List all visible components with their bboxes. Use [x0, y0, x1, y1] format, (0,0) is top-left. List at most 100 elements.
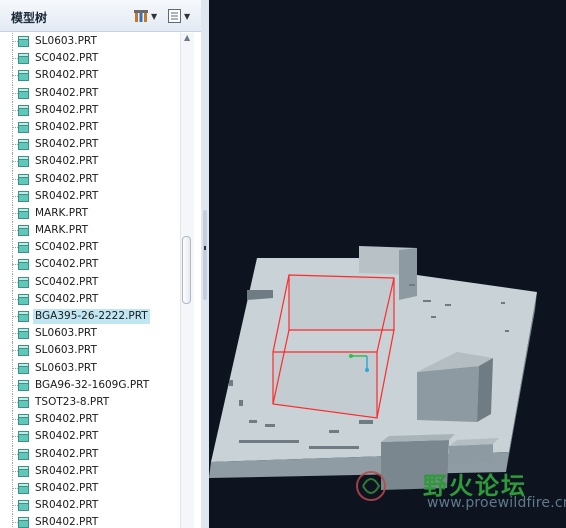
tree-item[interactable]: SR0402.PRT	[0, 497, 180, 515]
proewildfire-watermark-logo	[356, 471, 386, 501]
tree-item[interactable]: SR0402.PRT	[0, 479, 180, 498]
part-icon	[18, 225, 29, 237]
model-tree-header: 模型树 ▼ ▼	[0, 0, 201, 32]
tree-item[interactable]: SR0402.PRT	[0, 170, 180, 188]
chevron-down-icon: ▼	[151, 11, 158, 21]
part-icon	[18, 431, 29, 443]
part-icon	[18, 517, 29, 528]
tree-item[interactable]: SR0402.PRT	[0, 67, 180, 85]
tree-item-label: SR0402.PRT	[35, 120, 99, 133]
tree-item[interactable]: SR0402.PRT	[0, 187, 180, 205]
part-icon	[18, 414, 29, 426]
tree-item-label: SR0402.PRT	[35, 481, 99, 494]
tree-item-label: SR0402.PRT	[35, 103, 99, 116]
tree-item[interactable]: SL0603.PRT	[0, 359, 180, 377]
tree-item[interactable]: SL0603.PRT	[0, 342, 180, 360]
large-component-side[interactable]	[477, 358, 493, 422]
part-icon	[18, 396, 29, 408]
tree-item[interactable]: SR0402.PRT	[0, 101, 180, 119]
scroll-up-icon[interactable]: ▲	[184, 33, 190, 42]
tree-item-label: SC0402.PRT	[35, 258, 99, 271]
tree-item[interactable]: MARK.PRT	[0, 222, 180, 240]
splitter-collapse-icon[interactable]	[204, 246, 206, 250]
tree-item-label: SR0402.PRT	[35, 447, 99, 460]
part-icon	[18, 156, 29, 168]
tree-item-label: SL0603.PRT	[35, 344, 97, 357]
tree-item-label: SC0402.PRT	[35, 241, 99, 254]
tree-scrollbar[interactable]: ▲	[180, 33, 194, 528]
tree-item[interactable]: SR0402.PRT	[0, 411, 180, 429]
part-icon	[18, 311, 29, 322]
tree-item[interactable]: SC0402.PRT	[0, 256, 180, 274]
tree-item-label: MARK.PRT	[35, 224, 89, 237]
part-icon	[18, 500, 29, 512]
tree-item-label: SR0402.PRT	[35, 138, 99, 151]
tree-item[interactable]: SR0402.PRT	[0, 136, 180, 154]
tree-item-label: SC0402.PRT	[35, 292, 99, 305]
tree-item[interactable]: BGA96-32-1609G.PRT	[0, 376, 180, 394]
tree-item[interactable]: SC0402.PRT	[0, 239, 180, 257]
part-icon	[18, 345, 29, 357]
part-icon	[18, 207, 29, 219]
show-list-icon	[168, 9, 181, 23]
scrollbar-thumb[interactable]	[182, 236, 191, 304]
small-component-front[interactable]	[449, 444, 493, 464]
part-icon	[18, 293, 29, 305]
tree-settings-button[interactable]: ▼	[133, 6, 157, 26]
chevron-down-icon: ▼	[184, 11, 191, 21]
panel-splitter[interactable]	[201, 0, 209, 528]
part-icon	[18, 173, 29, 185]
tree-item[interactable]: BGA395-26-2222.PRT	[0, 308, 180, 326]
tree-item[interactable]: SR0402.PRT	[0, 84, 180, 102]
tree-item[interactable]: SC0402.PRT	[0, 50, 180, 68]
settings-tool-icon	[134, 10, 148, 22]
tree-item-label: BGA395-26-2222.PRT	[33, 309, 150, 324]
model-tree-list: SL0603.PRT SC0402.PRT SR0402.PRT SR0402.PRT…	[0, 33, 180, 528]
part-icon	[18, 259, 29, 271]
model-tree-panel: 模型树 ▼ ▼ SL0603.PRT SC0402.PRT SR0402.PRT SR…	[0, 0, 202, 528]
pcb-assembly-model[interactable]	[209, 0, 566, 528]
part-icon	[18, 465, 29, 477]
tree-item-label: SC0402.PRT	[35, 275, 99, 288]
model-tree-title: 模型树	[11, 11, 48, 25]
tree-item[interactable]: TSOT23-8.PRT	[0, 393, 180, 412]
part-icon	[18, 87, 29, 99]
tree-item[interactable]: MARK.PRT	[0, 204, 180, 223]
part-icon	[18, 362, 29, 374]
part-icon	[18, 139, 29, 151]
tree-item-label: SR0402.PRT	[35, 430, 99, 443]
tree-item[interactable]: SL0603.PRT	[0, 33, 180, 51]
component-block-side[interactable]	[399, 248, 417, 300]
tree-show-button[interactable]: ▼	[167, 6, 190, 26]
tree-item-label: SR0402.PRT	[35, 172, 99, 185]
tree-item-label: SR0402.PRT	[35, 155, 99, 168]
tree-item-label: SL0603.PRT	[35, 361, 97, 374]
part-icon	[18, 276, 29, 288]
watermark-url: www.proewildfire.cn	[427, 495, 566, 511]
3d-graphics-viewport[interactable]: 野火论坛 www.proewildfire.cn	[209, 0, 566, 528]
splitter-grip[interactable]	[203, 210, 207, 300]
tree-item[interactable]: SC0402.PRT	[0, 273, 180, 291]
tree-item[interactable]: SR0402.PRT	[0, 153, 180, 171]
tree-item-label: SR0402.PRT	[35, 499, 99, 512]
tree-item-label: SR0402.PRT	[35, 86, 99, 99]
part-icon	[18, 448, 29, 460]
tree-item-label: SC0402.PRT	[35, 52, 99, 65]
tree-item[interactable]: SR0402.PRT	[0, 514, 180, 528]
part-icon	[18, 70, 29, 82]
tree-item[interactable]: SR0402.PRT	[0, 462, 180, 480]
large-component-front[interactable]	[417, 366, 479, 422]
tree-item[interactable]: SC0402.PRT	[0, 290, 180, 308]
tree-item-label: MARK.PRT	[35, 206, 89, 219]
tree-item[interactable]: SL0603.PRT	[0, 325, 180, 343]
tree-item[interactable]: SR0402.PRT	[0, 428, 180, 446]
tree-item[interactable]: SR0402.PRT	[0, 118, 180, 137]
tree-item-label: SL0603.PRT	[35, 327, 97, 340]
tree-item[interactable]: SR0402.PRT	[0, 445, 180, 463]
part-icon	[18, 190, 29, 202]
tree-item-label: SL0603.PRT	[35, 35, 97, 47]
part-icon	[18, 379, 29, 391]
part-icon	[18, 482, 29, 494]
tree-item-label: SR0402.PRT	[35, 69, 99, 82]
tree-item-label: SR0402.PRT	[35, 413, 99, 426]
